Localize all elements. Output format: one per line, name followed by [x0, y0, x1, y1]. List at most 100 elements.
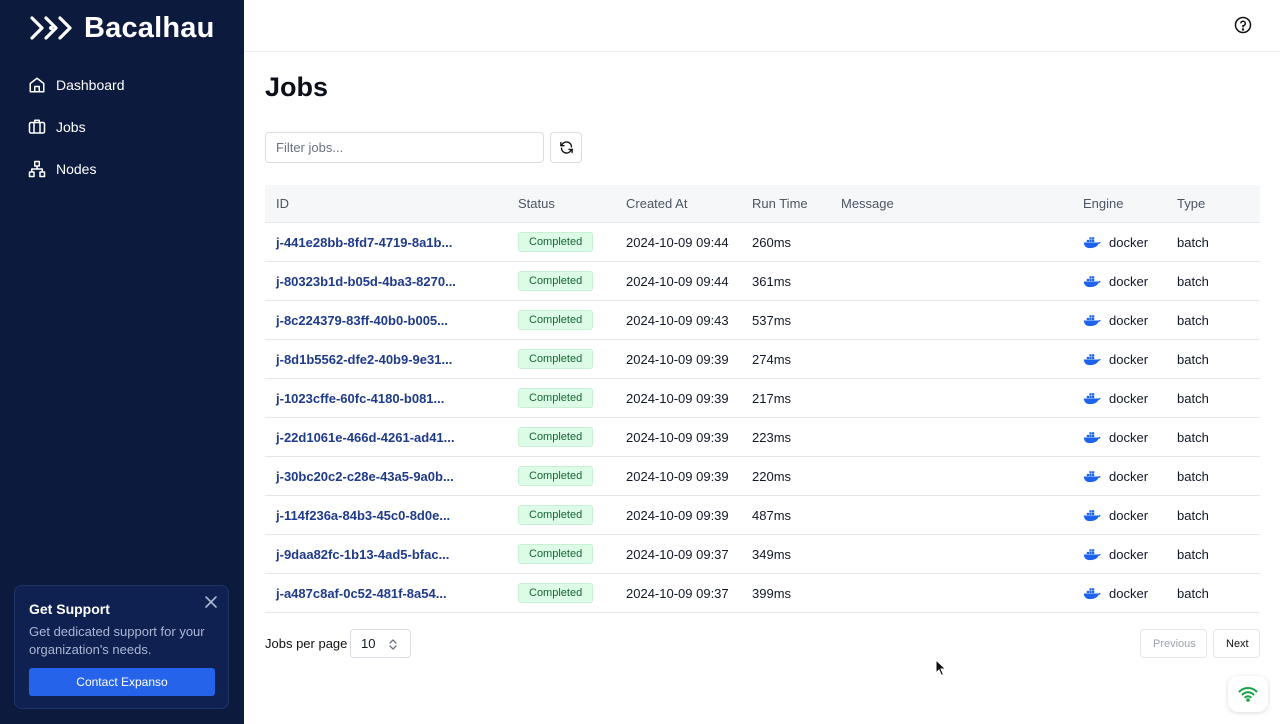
- table-row[interactable]: j-a487c8af-0c52-481f-8a54... Completed 202…: [265, 573, 1260, 613]
- docker-icon: [1083, 509, 1101, 521]
- status-badge: Completed: [518, 232, 594, 252]
- status-badge: Completed: [518, 310, 594, 330]
- support-text: Get dedicated support for your organizat…: [29, 624, 205, 657]
- status-badge: Completed: [518, 583, 594, 603]
- status-badge: Completed: [518, 388, 594, 408]
- table-row[interactable]: j-30bc20c2-c28e-43a5-9a0b... Completed 202…: [265, 456, 1260, 496]
- sidebar-item-jobs[interactable]: Jobs: [0, 106, 244, 148]
- table-row[interactable]: j-9daa82fc-1b13-4ad5-bfac... Completed 202…: [265, 534, 1260, 574]
- type-cell: batch: [1166, 495, 1260, 535]
- message-cell: [830, 534, 1072, 574]
- docker-icon: [1083, 587, 1101, 599]
- jobs-icon: [28, 119, 46, 134]
- column-header-id[interactable]: ID: [265, 185, 507, 223]
- engine-label-wrap: docker: [1083, 586, 1166, 601]
- column-header-created-at[interactable]: Created At: [615, 185, 741, 223]
- engine-cell: docker: [1072, 534, 1166, 574]
- job-id-link[interactable]: j-9daa82fc-1b13-4ad5-bfac...: [276, 547, 449, 562]
- status-badge: Completed: [518, 544, 594, 564]
- engine-label-wrap: docker: [1083, 352, 1166, 367]
- docker-icon: [1083, 314, 1101, 326]
- filter-jobs-input[interactable]: [265, 132, 544, 163]
- created-at-cell: 2024-10-09 09:43: [615, 300, 741, 340]
- sidebar-item-label: Nodes: [56, 161, 97, 177]
- engine-cell: docker: [1072, 300, 1166, 340]
- column-header-engine[interactable]: Engine: [1072, 185, 1166, 223]
- type-cell: batch: [1166, 300, 1260, 340]
- connection-status-indicator[interactable]: [1228, 676, 1268, 712]
- status-badge: Completed: [518, 271, 594, 291]
- type-cell: batch: [1166, 339, 1260, 379]
- engine-name: docker: [1109, 312, 1149, 328]
- sidebar-item-dashboard[interactable]: Dashboard: [0, 64, 244, 106]
- status-badge: Completed: [518, 505, 594, 525]
- table-row[interactable]: j-8d1b5562-dfe2-40b9-9e31... Completed 202…: [265, 339, 1260, 379]
- created-at-cell: 2024-10-09 09:39: [615, 378, 741, 418]
- app-name: Bacalhau: [84, 11, 215, 44]
- type-cell: batch: [1166, 417, 1260, 457]
- engine-cell: docker: [1072, 573, 1166, 613]
- engine-cell: docker: [1072, 417, 1166, 457]
- docker-icon: [1083, 470, 1101, 482]
- table-row[interactable]: j-80323b1d-b05d-4ba3-8270... Completed 202…: [265, 261, 1260, 301]
- table-row[interactable]: j-441e28bb-8fd7-4719-8a1b... Completed 202…: [265, 222, 1260, 262]
- table-row[interactable]: j-22d1061e-466d-4261-ad41... Completed 202…: [265, 417, 1260, 457]
- type-cell: batch: [1166, 573, 1260, 613]
- close-icon[interactable]: [204, 595, 218, 609]
- job-id-link[interactable]: j-441e28bb-8fd7-4719-8a1b...: [276, 235, 452, 250]
- engine-name: docker: [1109, 585, 1149, 601]
- help-icon[interactable]: [1234, 16, 1252, 34]
- home-icon: [29, 77, 45, 93]
- table-row[interactable]: j-114f236a-84b3-45c0-8d0e... Completed 202…: [265, 495, 1260, 535]
- message-cell: [830, 378, 1072, 418]
- engine-label-wrap: docker: [1083, 274, 1166, 289]
- run-time-cell: 487ms: [741, 495, 830, 535]
- job-id-link[interactable]: j-1023cffe-60fc-4180-b081...: [276, 391, 444, 406]
- engine-cell: docker: [1072, 456, 1166, 496]
- job-id-link[interactable]: j-8d1b5562-dfe2-40b9-9e31...: [276, 352, 452, 367]
- app-logo[interactable]: Bacalhau: [30, 10, 215, 46]
- run-time-cell: 361ms: [741, 261, 830, 301]
- table-row[interactable]: j-1023cffe-60fc-4180-b081... Completed 202…: [265, 378, 1260, 418]
- message-cell: [830, 261, 1072, 301]
- previous-page-button[interactable]: Previous: [1140, 629, 1207, 658]
- type-cell: batch: [1166, 534, 1260, 574]
- created-at-cell: 2024-10-09 09:39: [615, 339, 741, 379]
- column-header-status[interactable]: Status: [507, 185, 615, 223]
- table-header-row: ID Status Created At Run Time Message En…: [265, 185, 1260, 223]
- engine-cell: docker: [1072, 261, 1166, 301]
- column-header-type[interactable]: Type: [1166, 185, 1260, 223]
- sidebar-item-nodes[interactable]: Nodes: [0, 148, 244, 190]
- created-at-cell: 2024-10-09 09:37: [615, 534, 741, 574]
- table-row[interactable]: j-8c224379-83ff-40b0-b005... Completed 202…: [265, 300, 1260, 340]
- engine-label-wrap: docker: [1083, 508, 1166, 523]
- support-title: Get Support: [29, 601, 110, 617]
- jobs-per-page-select[interactable]: 10: [350, 629, 411, 658]
- engine-label-wrap: docker: [1083, 313, 1166, 328]
- job-id-link[interactable]: j-114f236a-84b3-45c0-8d0e...: [276, 508, 450, 523]
- job-id-link[interactable]: j-30bc20c2-c28e-43a5-9a0b...: [276, 469, 454, 484]
- job-id-link[interactable]: j-8c224379-83ff-40b0-b005...: [276, 313, 448, 328]
- message-cell: [830, 573, 1072, 613]
- engine-name: docker: [1109, 390, 1149, 406]
- wifi-icon: [1238, 687, 1258, 702]
- contact-expanso-button[interactable]: Contact Expanso: [29, 668, 215, 696]
- page-title: Jobs: [265, 72, 329, 102]
- column-header-run-time[interactable]: Run Time: [741, 185, 830, 223]
- run-time-cell: 260ms: [741, 222, 830, 262]
- run-time-cell: 217ms: [741, 378, 830, 418]
- created-at-cell: 2024-10-09 09:39: [615, 417, 741, 457]
- docker-icon: [1083, 431, 1101, 443]
- created-at-cell: 2024-10-09 09:44: [615, 261, 741, 301]
- created-at-cell: 2024-10-09 09:44: [615, 222, 741, 262]
- next-page-button[interactable]: Next: [1213, 629, 1260, 658]
- engine-name: docker: [1109, 507, 1149, 523]
- column-header-message[interactable]: Message: [830, 185, 1072, 223]
- job-id-link[interactable]: j-80323b1d-b05d-4ba3-8270...: [276, 274, 456, 289]
- job-id-link[interactable]: j-a487c8af-0c52-481f-8a54...: [276, 586, 447, 601]
- message-cell: [830, 222, 1072, 262]
- message-cell: [830, 417, 1072, 457]
- refresh-button[interactable]: [550, 132, 582, 163]
- job-id-link[interactable]: j-22d1061e-466d-4261-ad41...: [276, 430, 455, 445]
- sidebar: Bacalhau Dashboard Jobs Nodes Get Suppor…: [0, 0, 244, 724]
